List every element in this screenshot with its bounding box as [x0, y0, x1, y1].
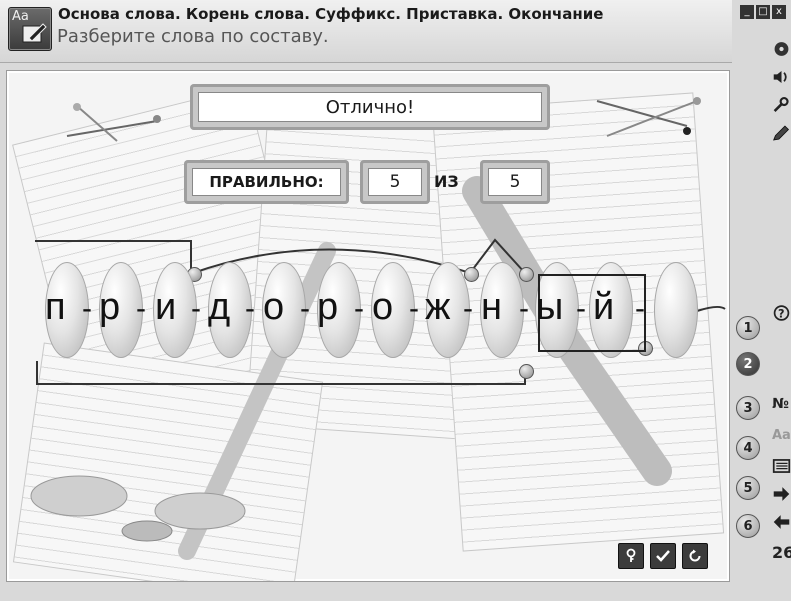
- pencil-note-icon: [22, 23, 47, 43]
- hyphen: -: [576, 292, 586, 325]
- list-icon[interactable]: [772, 455, 791, 477]
- undo-button[interactable]: [682, 543, 708, 569]
- key-hint-button[interactable]: [618, 543, 644, 569]
- hyphen: -: [136, 292, 146, 325]
- pencil-icon[interactable]: [772, 122, 791, 144]
- hyphen: -: [409, 292, 419, 325]
- hyphen: -: [463, 292, 473, 325]
- letter-cell-3[interactable]: и: [155, 287, 176, 327]
- step-button-3[interactable]: 3: [736, 396, 760, 420]
- letter-cell-2[interactable]: р: [99, 287, 120, 327]
- key-icon: [626, 548, 636, 562]
- help-icon[interactable]: ?: [772, 302, 791, 324]
- arrow-left-icon[interactable]: [772, 511, 791, 533]
- speaker-icon[interactable]: [772, 66, 791, 88]
- hyphen: -: [354, 292, 364, 325]
- font-icon[interactable]: Aa: [772, 424, 791, 446]
- letter-cell-7[interactable]: о: [372, 287, 393, 327]
- letter-cell-4[interactable]: д: [208, 287, 230, 327]
- hyphen: -: [245, 292, 255, 325]
- undo-icon: [689, 549, 701, 562]
- step-button-2[interactable]: 2: [736, 352, 760, 376]
- wrench-icon[interactable]: [772, 94, 791, 116]
- task-instruction: Разберите слова по составу.: [57, 26, 329, 47]
- letter-cell-6[interactable]: р: [317, 287, 338, 327]
- close-button[interactable]: x: [772, 5, 786, 19]
- maximize-button[interactable]: □: [756, 5, 770, 19]
- hyphen: -: [300, 292, 310, 325]
- arrow-right-icon[interactable]: [772, 483, 791, 505]
- letter-cell-10[interactable]: ы: [536, 287, 563, 327]
- svg-text:?: ?: [778, 307, 785, 320]
- exercise-workspace: Отлично! ПРАВИЛЬНО: 5 ИЗ 5 п - р - и - д…: [6, 70, 730, 582]
- page-number: 26: [772, 542, 791, 562]
- page-title: Основа слова. Корень слова. Суффикс. При…: [58, 5, 604, 23]
- marker-handle[interactable]: [519, 364, 534, 379]
- hyphen: -: [635, 292, 645, 325]
- hyphen: -: [519, 292, 529, 325]
- letter-cell-11[interactable]: й: [593, 287, 614, 327]
- letter-holder: [654, 262, 698, 358]
- hyphen: -: [191, 292, 201, 325]
- hyphen: -: [82, 292, 92, 325]
- window-controls: _ □ x: [740, 5, 786, 19]
- letter-cell-1[interactable]: п: [45, 287, 66, 327]
- letter-cell-9[interactable]: н: [481, 287, 502, 327]
- step-button-6[interactable]: 6: [736, 514, 760, 538]
- check-icon: [656, 550, 670, 562]
- letter-cell-5[interactable]: о: [263, 287, 284, 327]
- disc-icon[interactable]: [772, 38, 791, 60]
- letter-cell-8[interactable]: ж: [425, 287, 450, 327]
- step-button-4[interactable]: 4: [736, 436, 760, 460]
- header-bar: Aa Основа слова. Корень слова. Суффикс. …: [0, 0, 732, 63]
- check-answer-button[interactable]: [650, 543, 676, 569]
- app-icon: Aa: [8, 7, 52, 51]
- step-button-1[interactable]: 1: [736, 316, 760, 340]
- marker-handle[interactable]: [519, 267, 534, 282]
- minimize-button[interactable]: _: [740, 5, 754, 19]
- step-button-5[interactable]: 5: [736, 476, 760, 500]
- number-sign-icon[interactable]: №: [772, 393, 791, 415]
- marker-handle[interactable]: [464, 267, 479, 282]
